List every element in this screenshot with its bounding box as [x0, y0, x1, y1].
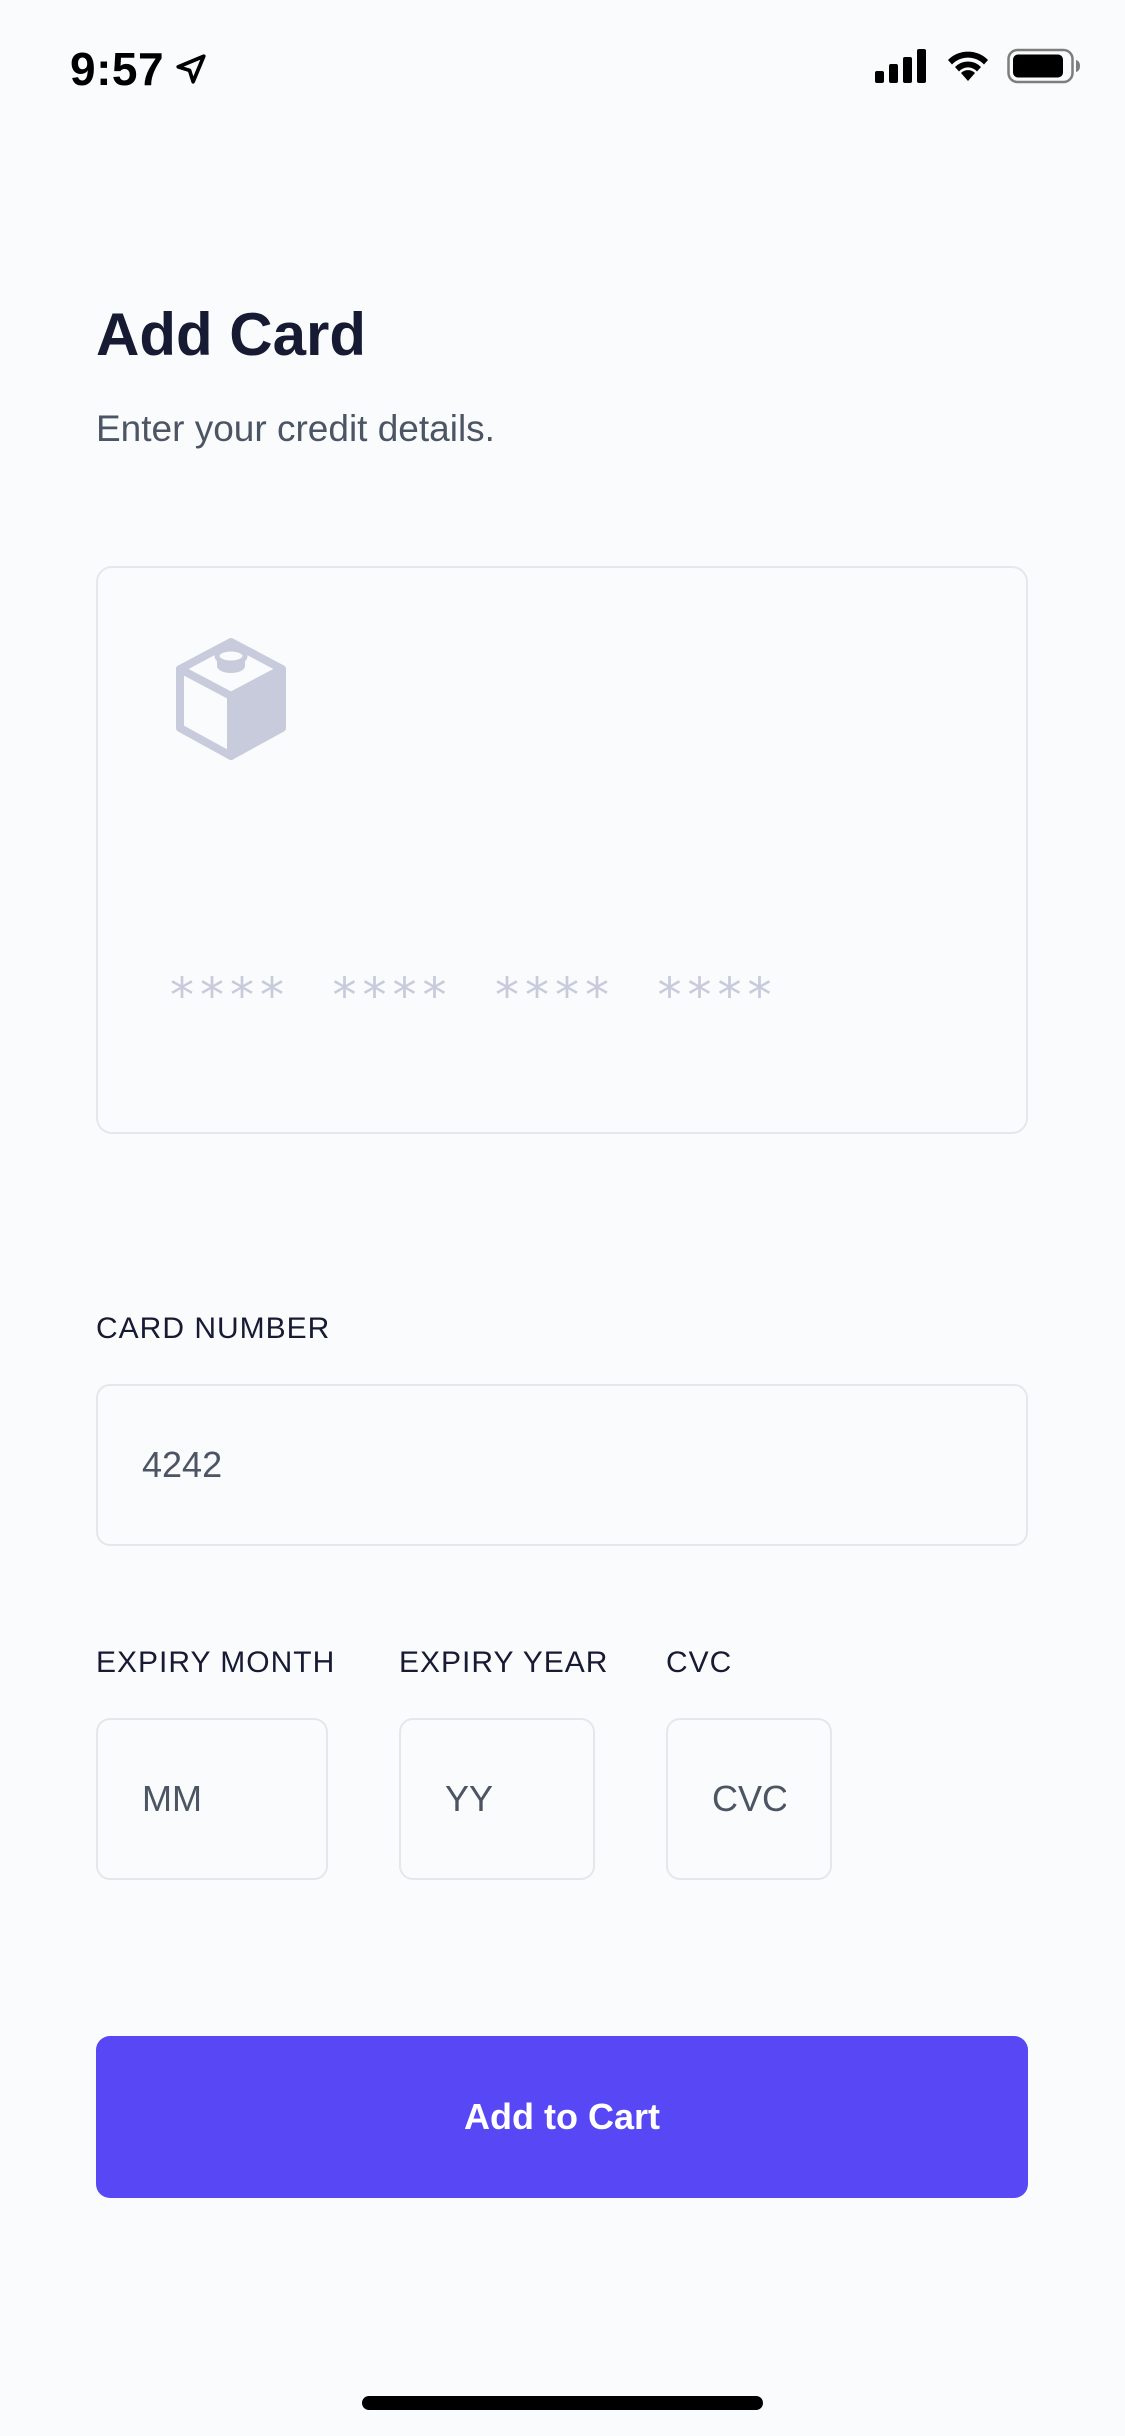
status-bar: 9:57	[0, 0, 1125, 140]
wifi-icon	[948, 51, 988, 81]
card-number-label: CARD NUMBER	[96, 1312, 331, 1345]
masked-card-number: **** **** **** ****	[170, 968, 778, 1024]
card-preview: **** **** **** ****	[96, 566, 1028, 1134]
status-icons	[875, 48, 1081, 84]
expiry-year-label: EXPIRY YEAR	[399, 1646, 609, 1679]
page-title: Add Card	[96, 301, 366, 368]
time-text: 9:57	[70, 43, 165, 95]
expiry-year-input[interactable]	[399, 1718, 595, 1880]
status-time: 9:57	[70, 42, 208, 96]
cvc-input[interactable]	[666, 1718, 832, 1880]
card-number-input[interactable]	[96, 1384, 1028, 1546]
expiry-month-input[interactable]	[96, 1718, 328, 1880]
add-to-cart-button[interactable]: Add to Cart	[96, 2036, 1028, 2198]
page-subtitle: Enter your credit details.	[96, 408, 495, 449]
location-arrow-icon	[176, 54, 206, 84]
cvc-label: CVC	[666, 1646, 733, 1679]
expiry-month-label: EXPIRY MONTH	[96, 1646, 336, 1679]
cellular-signal-icon	[875, 49, 926, 83]
battery-icon	[1007, 48, 1080, 84]
home-indicator	[362, 2396, 763, 2410]
cube-icon	[176, 638, 286, 760]
